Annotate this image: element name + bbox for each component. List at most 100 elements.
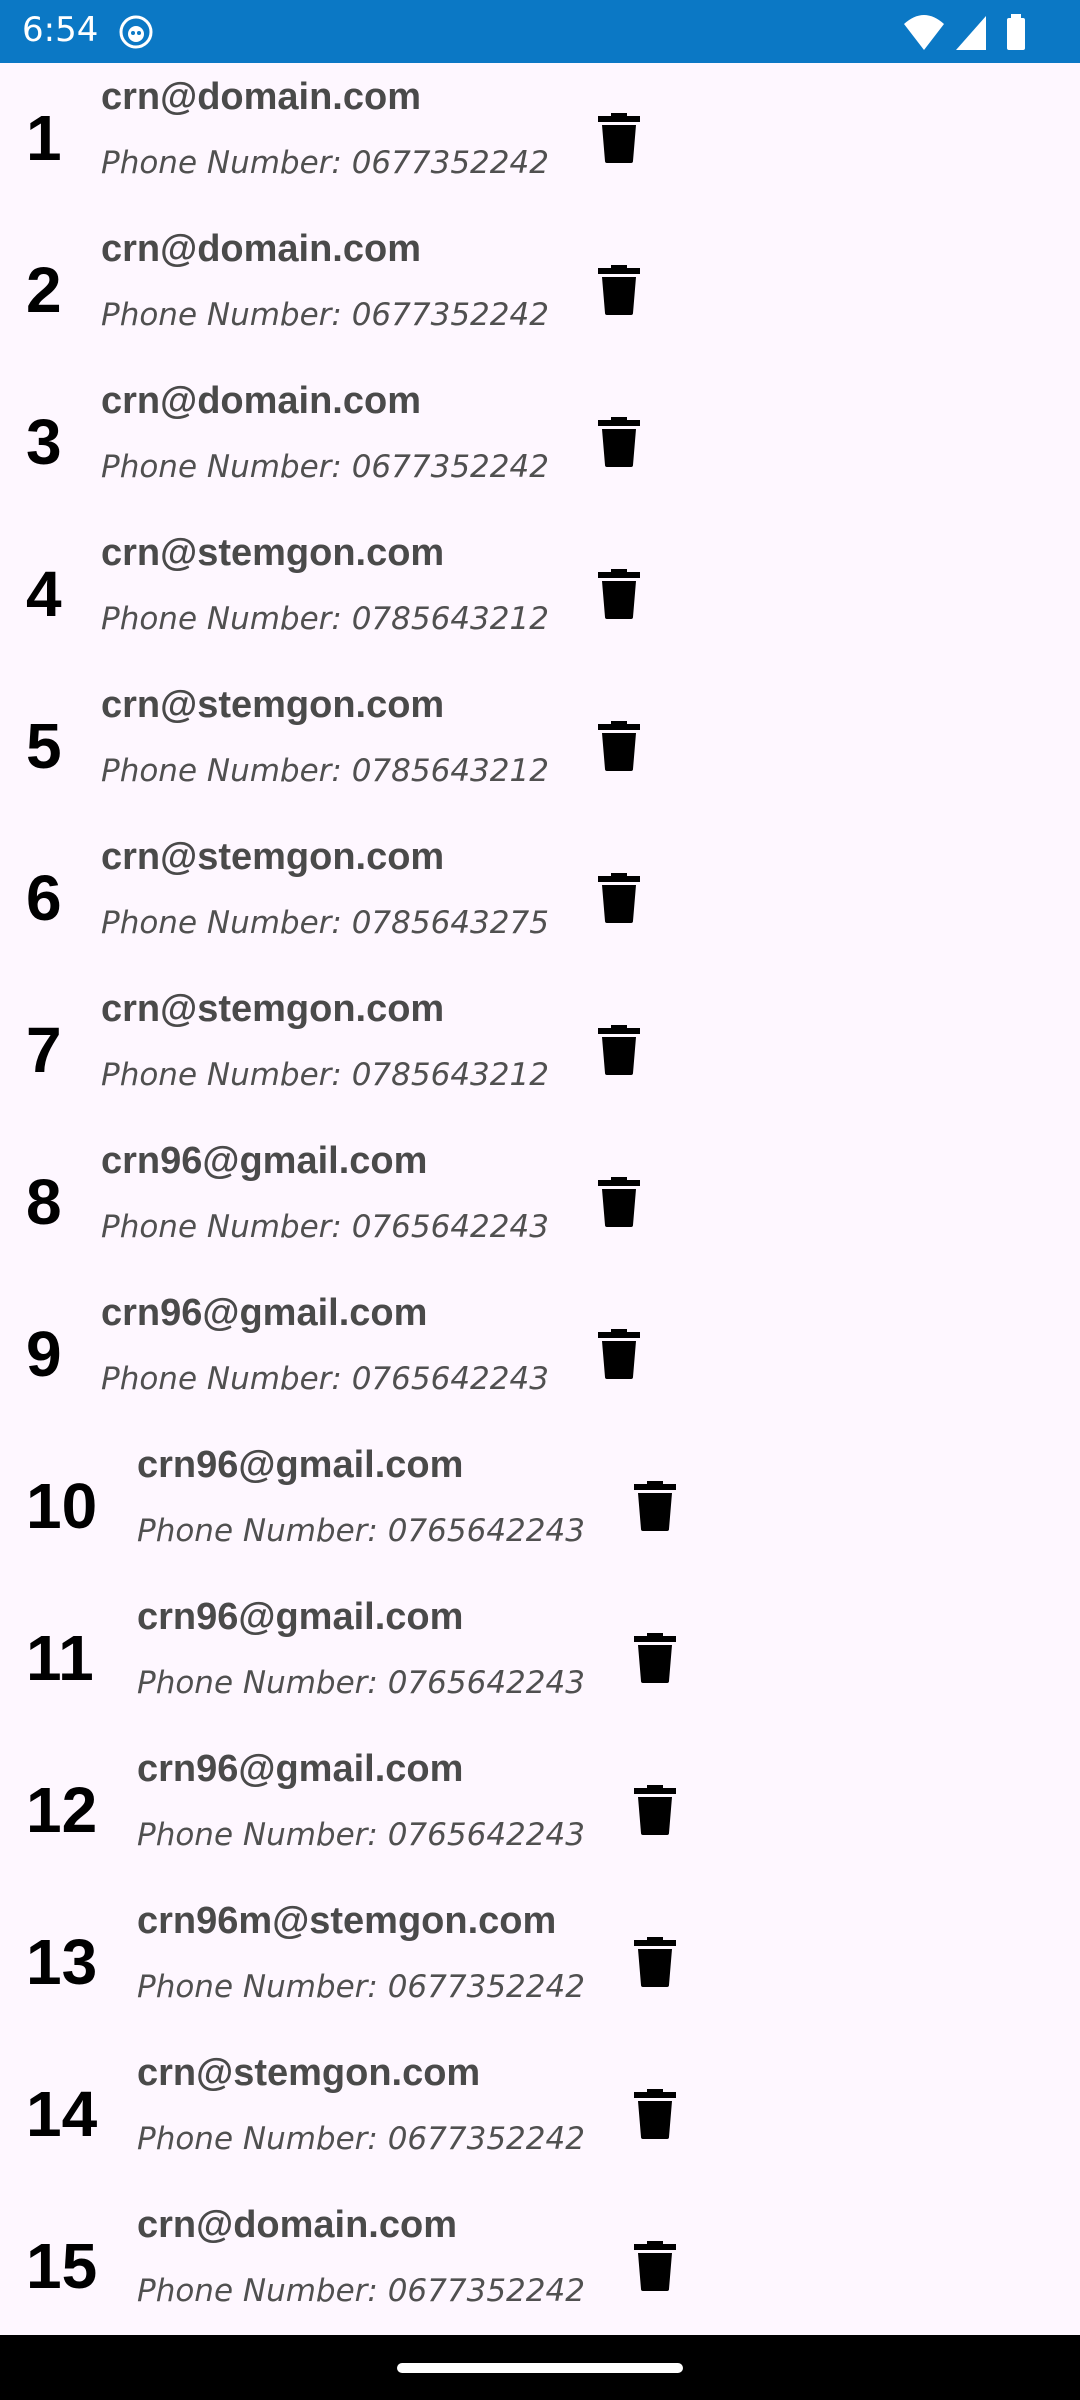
- item-email: crn96@gmail.com: [101, 1292, 428, 1334]
- item-email: crn@domain.com: [101, 380, 421, 422]
- list-item: 2 crn@domain.com Phone Number: 0677352242: [0, 215, 1080, 367]
- list-item: 9 crn96@gmail.com Phone Number: 0765642243: [0, 1279, 1080, 1431]
- item-details: crn@domain.com Phone Number: 0677352242: [101, 225, 549, 333]
- trash-icon: [634, 1481, 676, 1531]
- item-number: 2: [26, 254, 62, 326]
- delete-button[interactable]: [634, 2089, 676, 2139]
- delete-button[interactable]: [634, 1481, 676, 1531]
- item-email: crn@stemgon.com: [101, 532, 445, 574]
- delete-button[interactable]: [598, 417, 640, 467]
- list-item: 1 crn@domain.com Phone Number: 0677352242: [0, 63, 1080, 215]
- item-email: crn@domain.com: [101, 76, 421, 118]
- trash-icon: [634, 2089, 676, 2139]
- item-phone: Phone Number: 0677352242: [101, 145, 549, 181]
- item-number: 10: [26, 1470, 98, 1542]
- item-phone: Phone Number: 0765642243: [137, 1513, 585, 1549]
- list-item: 13 crn96m@stemgon.com Phone Number: 067735…: [0, 1887, 1080, 2039]
- trash-icon: [598, 113, 640, 163]
- item-details: crn96m@stemgon.com Phone Number: 06773522…: [137, 1897, 585, 2005]
- item-number: 6: [26, 862, 62, 934]
- cellular-signal-icon: [956, 16, 986, 50]
- list-item: 14 crn@stemgon.com Phone Number: 067735224…: [0, 2039, 1080, 2191]
- item-details: crn96@gmail.com Phone Number: 0765642243: [101, 1289, 549, 1397]
- item-details: crn@domain.com Phone Number: 0677352242: [101, 73, 549, 181]
- item-details: crn96@gmail.com Phone Number: 0765642243: [137, 1745, 585, 1853]
- item-phone: Phone Number: 0785643275: [101, 905, 549, 941]
- trash-icon: [634, 2241, 676, 2291]
- item-email: crn96@gmail.com: [137, 1596, 464, 1638]
- delete-button[interactable]: [598, 113, 640, 163]
- trash-icon: [598, 569, 640, 619]
- item-number: 4: [26, 558, 62, 630]
- trash-icon: [598, 721, 640, 771]
- item-phone: Phone Number: 0765642243: [137, 1665, 585, 1701]
- item-details: crn@domain.com Phone Number: 0677352242: [137, 2201, 585, 2309]
- item-number: 14: [26, 2078, 98, 2150]
- delete-button[interactable]: [598, 1329, 640, 1379]
- item-number: 1: [26, 102, 62, 174]
- item-phone: Phone Number: 0677352242: [137, 2121, 585, 2157]
- item-number: 12: [26, 1774, 98, 1846]
- item-email: crn@domain.com: [137, 2204, 457, 2246]
- item-phone: Phone Number: 0677352242: [137, 1969, 585, 2005]
- trash-icon: [634, 1937, 676, 1987]
- trash-icon: [598, 873, 640, 923]
- trash-icon: [598, 1025, 640, 1075]
- app-notification-icon: [118, 14, 154, 50]
- item-details: crn@stemgon.com Phone Number: 0677352242: [137, 2049, 585, 2157]
- item-phone: Phone Number: 0785643212: [101, 1057, 549, 1093]
- delete-button[interactable]: [634, 1633, 676, 1683]
- delete-button[interactable]: [598, 721, 640, 771]
- item-details: crn@stemgon.com Phone Number: 0785643212: [101, 681, 549, 789]
- list-item: 8 crn96@gmail.com Phone Number: 0765642243: [0, 1127, 1080, 1279]
- item-number: 3: [26, 406, 62, 478]
- navigation-bar: [0, 2335, 1080, 2400]
- item-phone: Phone Number: 0765642243: [101, 1361, 549, 1397]
- delete-button[interactable]: [598, 265, 640, 315]
- item-details: crn96@gmail.com Phone Number: 0765642243: [101, 1137, 549, 1245]
- item-details: crn96@gmail.com Phone Number: 0765642243: [137, 1441, 585, 1549]
- item-details: crn@domain.com Phone Number: 0677352242: [101, 377, 549, 485]
- item-phone: Phone Number: 0765642243: [137, 1817, 585, 1853]
- item-number: 5: [26, 710, 62, 782]
- delete-button[interactable]: [634, 2241, 676, 2291]
- home-gesture-handle[interactable]: [397, 2363, 683, 2373]
- item-phone: Phone Number: 0677352242: [137, 2273, 585, 2309]
- delete-button[interactable]: [598, 873, 640, 923]
- item-email: crn@stemgon.com: [137, 2052, 481, 2094]
- list-item: 4 crn@stemgon.com Phone Number: 0785643212: [0, 519, 1080, 671]
- item-email: crn96@gmail.com: [137, 1444, 464, 1486]
- item-phone: Phone Number: 0765642243: [101, 1209, 549, 1245]
- item-number: 13: [26, 1926, 98, 1998]
- list-item: 11 crn96@gmail.com Phone Number: 076564224…: [0, 1583, 1080, 1735]
- delete-button[interactable]: [598, 1177, 640, 1227]
- item-details: crn@stemgon.com Phone Number: 0785643212: [101, 529, 549, 637]
- item-email: crn@stemgon.com: [101, 836, 445, 878]
- item-phone: Phone Number: 0677352242: [101, 449, 549, 485]
- trash-icon: [598, 417, 640, 467]
- item-details: crn@stemgon.com Phone Number: 0785643212: [101, 985, 549, 1093]
- status-bar: 6:54: [0, 0, 1080, 63]
- item-number: 8: [26, 1166, 62, 1238]
- delete-button[interactable]: [598, 569, 640, 619]
- item-phone: Phone Number: 0785643212: [101, 753, 549, 789]
- trash-icon: [598, 265, 640, 315]
- battery-icon: [1007, 14, 1025, 50]
- item-number: 9: [26, 1318, 62, 1390]
- list-item: 7 crn@stemgon.com Phone Number: 0785643212: [0, 975, 1080, 1127]
- delete-button[interactable]: [634, 1785, 676, 1835]
- delete-button[interactable]: [634, 1937, 676, 1987]
- item-phone: Phone Number: 0677352242: [101, 297, 549, 333]
- trash-icon: [598, 1177, 640, 1227]
- status-time: 6:54: [22, 10, 99, 50]
- list-item: 5 crn@stemgon.com Phone Number: 0785643212: [0, 671, 1080, 823]
- item-number: 15: [26, 2230, 98, 2302]
- item-email: crn96@gmail.com: [137, 1748, 464, 1790]
- list-item: 12 crn96@gmail.com Phone Number: 076564224…: [0, 1735, 1080, 1887]
- item-email: crn96m@stemgon.com: [137, 1900, 557, 1942]
- delete-button[interactable]: [598, 1025, 640, 1075]
- trash-icon: [598, 1329, 640, 1379]
- trash-icon: [634, 1785, 676, 1835]
- item-number: 11: [26, 1622, 94, 1694]
- item-details: crn@stemgon.com Phone Number: 0785643275: [101, 833, 549, 941]
